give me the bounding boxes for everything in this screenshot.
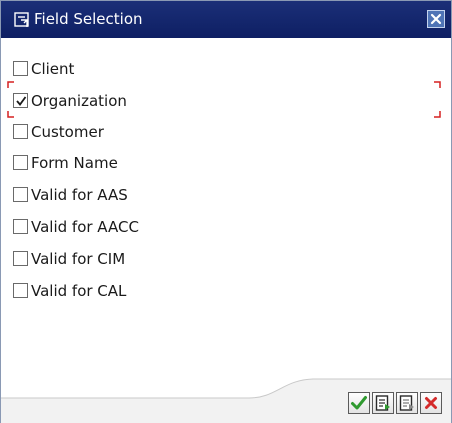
checkbox-valid-for-cim[interactable] xyxy=(13,251,28,266)
field-label: Customer xyxy=(31,123,104,141)
field-row-valid-for-aacc[interactable]: Valid for AACC xyxy=(10,215,440,239)
checkmark-icon xyxy=(351,396,367,410)
focus-corner-top-left xyxy=(7,81,14,88)
deselect-all-icon xyxy=(399,395,414,411)
field-label: Valid for CAL xyxy=(31,282,127,300)
dialog-title: Field Selection xyxy=(34,10,143,28)
button-footer xyxy=(1,378,451,423)
field-row-client[interactable]: Client xyxy=(10,57,440,81)
select-all-button[interactable] xyxy=(372,392,394,414)
field-label: Client xyxy=(31,60,75,78)
close-button[interactable] xyxy=(427,10,445,28)
deselect-all-button[interactable] xyxy=(396,392,418,414)
focus-corner-bottom-right xyxy=(434,111,441,118)
field-selection-dialog: Field Selection Client Organization Cust… xyxy=(0,0,452,423)
checkbox-organization[interactable] xyxy=(13,93,28,108)
field-label: Valid for AAS xyxy=(31,186,128,204)
confirm-button[interactable] xyxy=(348,392,370,414)
select-all-icon xyxy=(375,395,390,411)
field-row-customer[interactable]: Customer xyxy=(10,120,440,144)
title-bar: Field Selection xyxy=(1,1,451,38)
checkbox-valid-for-aas[interactable] xyxy=(13,187,28,202)
field-label: Organization xyxy=(31,92,127,110)
field-row-form-name[interactable]: Form Name xyxy=(10,151,440,175)
field-row-valid-for-cal[interactable]: Valid for CAL xyxy=(10,279,440,303)
field-row-valid-for-cim[interactable]: Valid for CIM xyxy=(10,247,440,271)
field-row-organization[interactable]: Organization xyxy=(10,89,440,113)
checkbox-form-name[interactable] xyxy=(13,155,28,170)
field-row-valid-for-aas[interactable]: Valid for AAS xyxy=(10,183,440,207)
focus-corner-bottom-left xyxy=(7,111,14,118)
field-list: Client Organization Customer Form Name V… xyxy=(1,38,451,378)
check-mark-icon xyxy=(16,96,27,106)
checkbox-client[interactable] xyxy=(13,61,28,76)
close-icon xyxy=(430,13,442,25)
field-label: Form Name xyxy=(31,154,118,172)
field-label: Valid for CIM xyxy=(31,250,126,268)
field-selection-icon xyxy=(14,12,30,28)
cancel-button[interactable] xyxy=(420,392,442,414)
cancel-icon xyxy=(425,397,437,409)
field-label: Valid for AACC xyxy=(31,218,139,236)
checkbox-valid-for-cal[interactable] xyxy=(13,283,28,298)
checkbox-valid-for-aacc[interactable] xyxy=(13,219,28,234)
focus-corner-top-right xyxy=(434,81,441,88)
checkbox-customer[interactable] xyxy=(13,124,28,139)
